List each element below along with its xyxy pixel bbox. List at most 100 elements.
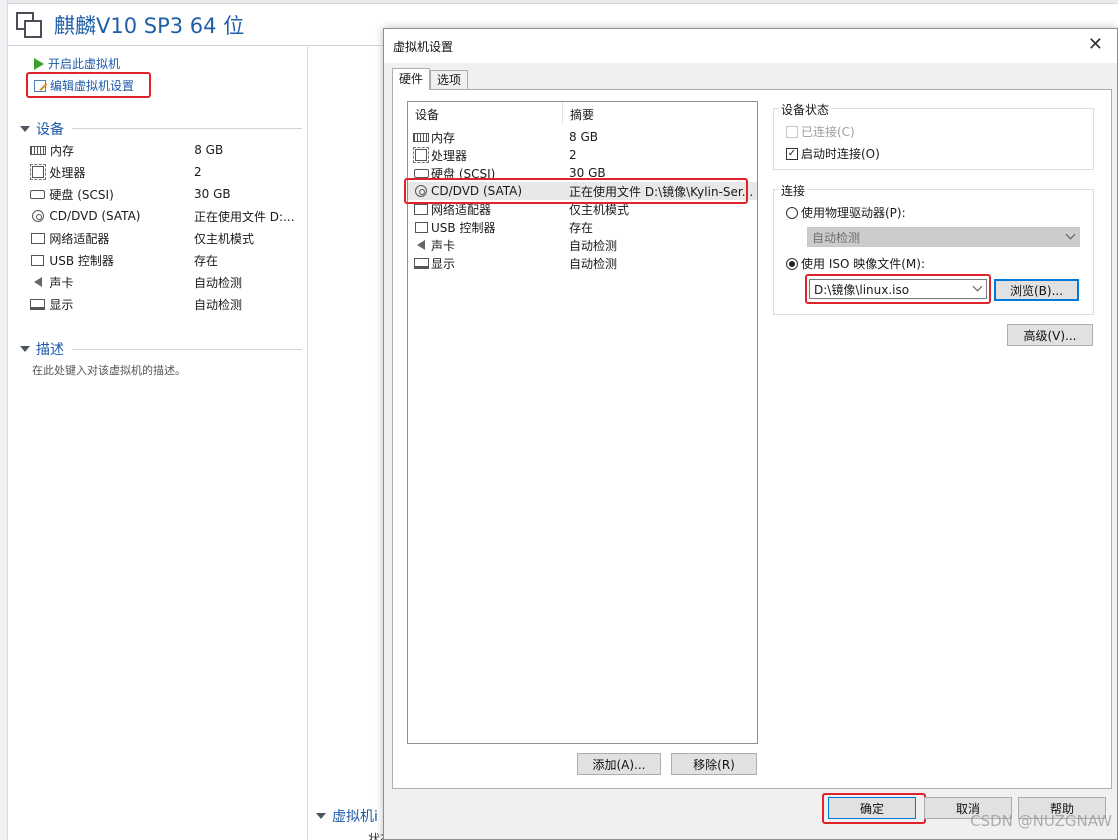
column-header-device[interactable]: 设备 [408,102,563,124]
cpu-icon [29,164,46,180]
device-summary-row[interactable]: CD/DVD (SATA) 正在使用文件 D:... [30,205,300,227]
hardware-name: USB 控制器 [431,220,496,235]
iso-file-radio[interactable] [786,257,798,270]
network-icon [413,203,429,215]
description-placeholder[interactable]: 在此处键入对该虚拟机的描述。 [32,362,186,378]
hardware-row[interactable]: 声卡 自动检测 [408,236,757,254]
cd-dvd-icon [30,210,45,222]
connection-label: 连接 [779,182,808,199]
device-name: 内存 [50,143,75,158]
device-status-label: 设备状态 [779,101,832,118]
device-summary-row[interactable]: 内存 8 GB [30,139,300,161]
physical-drive-value: 自动检测 [812,230,861,245]
device-summary-row[interactable]: 硬盘 (SCSI) 30 GB [30,183,300,205]
description-section-title: 描述 [36,342,64,358]
device-value: 30 GB [193,187,231,201]
play-icon [34,57,44,70]
vm-details-section-title: 虚拟机i [332,809,378,825]
hardware-name-cell: 内存 [408,129,563,146]
device-value: 存在 [193,253,218,268]
connected-label: 已连接(C) [801,125,855,139]
cpu-icon [413,147,429,163]
physical-drive-radio[interactable] [786,206,798,219]
device-name: 显示 [49,297,74,312]
hardware-name-cell: 显示 [408,255,563,272]
dialog-title: 虚拟机设置 [393,40,454,54]
usb-icon [30,254,45,266]
device-value: 自动检测 [193,297,242,312]
device-value: 自动检测 [193,275,242,290]
section-divider [72,128,302,129]
device-summary-row[interactable]: 处理器 2 [29,161,300,183]
add-device-button[interactable]: 添加(A)... [577,753,661,775]
tab-options[interactable]: 选项 [430,70,469,90]
device-value: 仅主机模式 [193,231,254,246]
device-value: 正在使用文件 D:... [193,209,295,224]
iso-file-radio-row[interactable]: 使用 ISO 映像文件(M): [786,255,925,272]
harddisk-icon [30,188,46,200]
remove-device-button[interactable]: 移除(R) [671,753,757,775]
hardware-name-cell: USB 控制器 [408,219,563,236]
device-summary-row[interactable]: 显示 自动检测 [30,293,300,315]
device-name: 声卡 [49,275,74,290]
devices-section-title: 设备 [36,122,64,138]
hardware-summary: 8 GB [569,130,598,144]
physical-drive-radio-row[interactable]: 使用物理驱动器(P): [786,204,906,221]
hardware-name: 显示 [431,256,456,271]
physical-drive-label: 使用物理驱动器(P): [801,206,906,220]
highlight-iso-path [805,274,991,304]
hardware-row[interactable]: 处理器 2 [408,146,757,164]
section-divider [72,349,302,350]
power-on-label: 开启此虚拟机 [48,57,121,71]
tab-hardware[interactable]: 硬件 [392,68,431,90]
sound-icon [30,276,45,288]
column-header-summary[interactable]: 摘要 [563,102,594,124]
chevron-down-icon [1065,229,1076,240]
network-icon [30,232,45,244]
advanced-button[interactable]: 高级(V)... [1007,324,1093,346]
device-name: 硬盘 (SCSI) [49,187,114,202]
memory-icon [413,132,429,142]
hardware-name: 处理器 [431,148,468,163]
vm-summary-pane: 开启此虚拟机 编辑虚拟机设置 设备 内存 8 GB 处理器 2 硬盘 (SCSI) 30 … [8,47,308,840]
hardware-summary: 自动检测 [569,256,618,271]
device-name: USB 控制器 [49,253,114,268]
hardware-name-cell: 处理器 [408,147,563,164]
devices-section-toggle[interactable]: 设备 [20,119,64,139]
highlight-ok-button [822,793,926,824]
display-icon [30,298,46,310]
collapse-triangle-icon [20,346,30,352]
device-value: 8 GB [194,143,224,157]
app-left-frame [0,0,8,840]
watermark: CSDN @NUZGNAW [970,812,1112,830]
hardware-row[interactable]: USB 控制器 存在 [408,218,757,236]
device-summary-row[interactable]: 声卡 自动检测 [30,271,300,293]
physical-drive-select[interactable]: 自动检测 [807,227,1080,247]
collapse-triangle-icon [316,813,326,819]
close-icon[interactable]: ✕ [1088,34,1103,55]
vm-details-section-toggle[interactable]: 虚拟机i [316,806,378,826]
device-summary-row[interactable]: 网络适配器 仅主机模式 [30,227,300,249]
device-name: CD/DVD (SATA) [49,209,141,223]
hardware-tab-panel: 设备 摘要 内存 8 GB 处理器 2 硬盘 (SCSI) 30 GB CD/DVD (SA… [392,89,1112,789]
connect-at-power-on-row[interactable]: ✓ 启动时连接(O) [786,145,880,162]
connected-checkbox[interactable] [786,125,798,138]
power-on-link[interactable]: 开启此虚拟机 [34,55,120,72]
hardware-list-header: 设备 摘要 [408,102,757,124]
hardware-name: 内存 [431,130,456,145]
hardware-summary: 2 [569,148,577,162]
dialog-titlebar: 虚拟机设置 ✕ [384,29,1117,63]
usb-icon [413,221,429,233]
device-name: 处理器 [49,165,86,180]
hardware-summary: 自动检测 [569,238,618,253]
hardware-row[interactable]: 内存 8 GB [408,128,757,146]
hardware-row[interactable]: 显示 自动检测 [408,254,757,272]
connected-checkbox-row[interactable]: 已连接(C) [786,123,855,140]
highlight-cd-dvd-row [404,178,748,204]
connect-at-power-on-checkbox[interactable]: ✓ [786,147,798,160]
collapse-triangle-icon [20,126,30,132]
description-section-toggle[interactable]: 描述 [20,339,64,359]
browse-button[interactable]: 浏览(B)... [994,279,1079,301]
device-summary-row[interactable]: USB 控制器 存在 [30,249,300,271]
memory-icon [30,144,46,156]
